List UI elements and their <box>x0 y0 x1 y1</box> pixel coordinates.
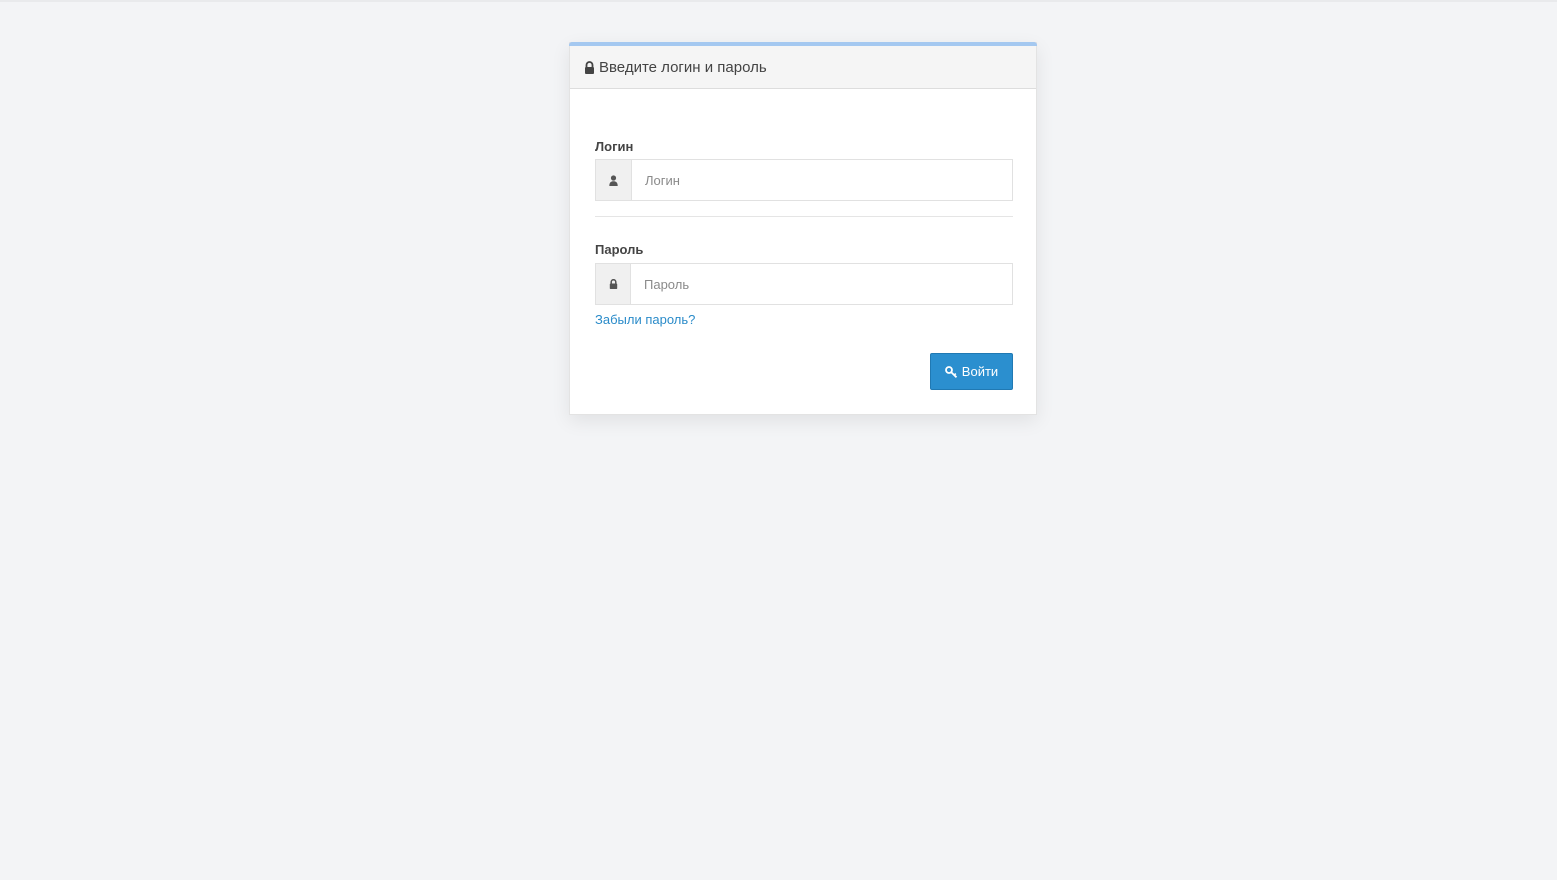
login-input[interactable] <box>631 159 1013 201</box>
panel-heading: Введите логин и пароль <box>570 46 1036 89</box>
lock-icon <box>595 263 630 305</box>
login-label: Логин <box>595 139 634 154</box>
login-panel: Введите логин и пароль Логин Пароль Забы… <box>569 42 1037 415</box>
top-border <box>0 0 1557 2</box>
login-button-label: Войти <box>961 364 999 379</box>
login-button[interactable]: Войти <box>930 353 1013 390</box>
form-divider <box>595 216 1013 217</box>
password-input-group <box>595 263 1013 305</box>
password-input[interactable] <box>630 263 1013 305</box>
login-input-group <box>595 159 1013 201</box>
password-label: Пароль <box>595 242 644 257</box>
lock-icon <box>584 60 595 74</box>
panel-title: Введите логин и пароль <box>599 58 767 76</box>
forgot-password-link[interactable]: Забыли пароль? <box>595 312 695 327</box>
user-icon <box>595 159 631 201</box>
key-icon <box>944 365 958 378</box>
